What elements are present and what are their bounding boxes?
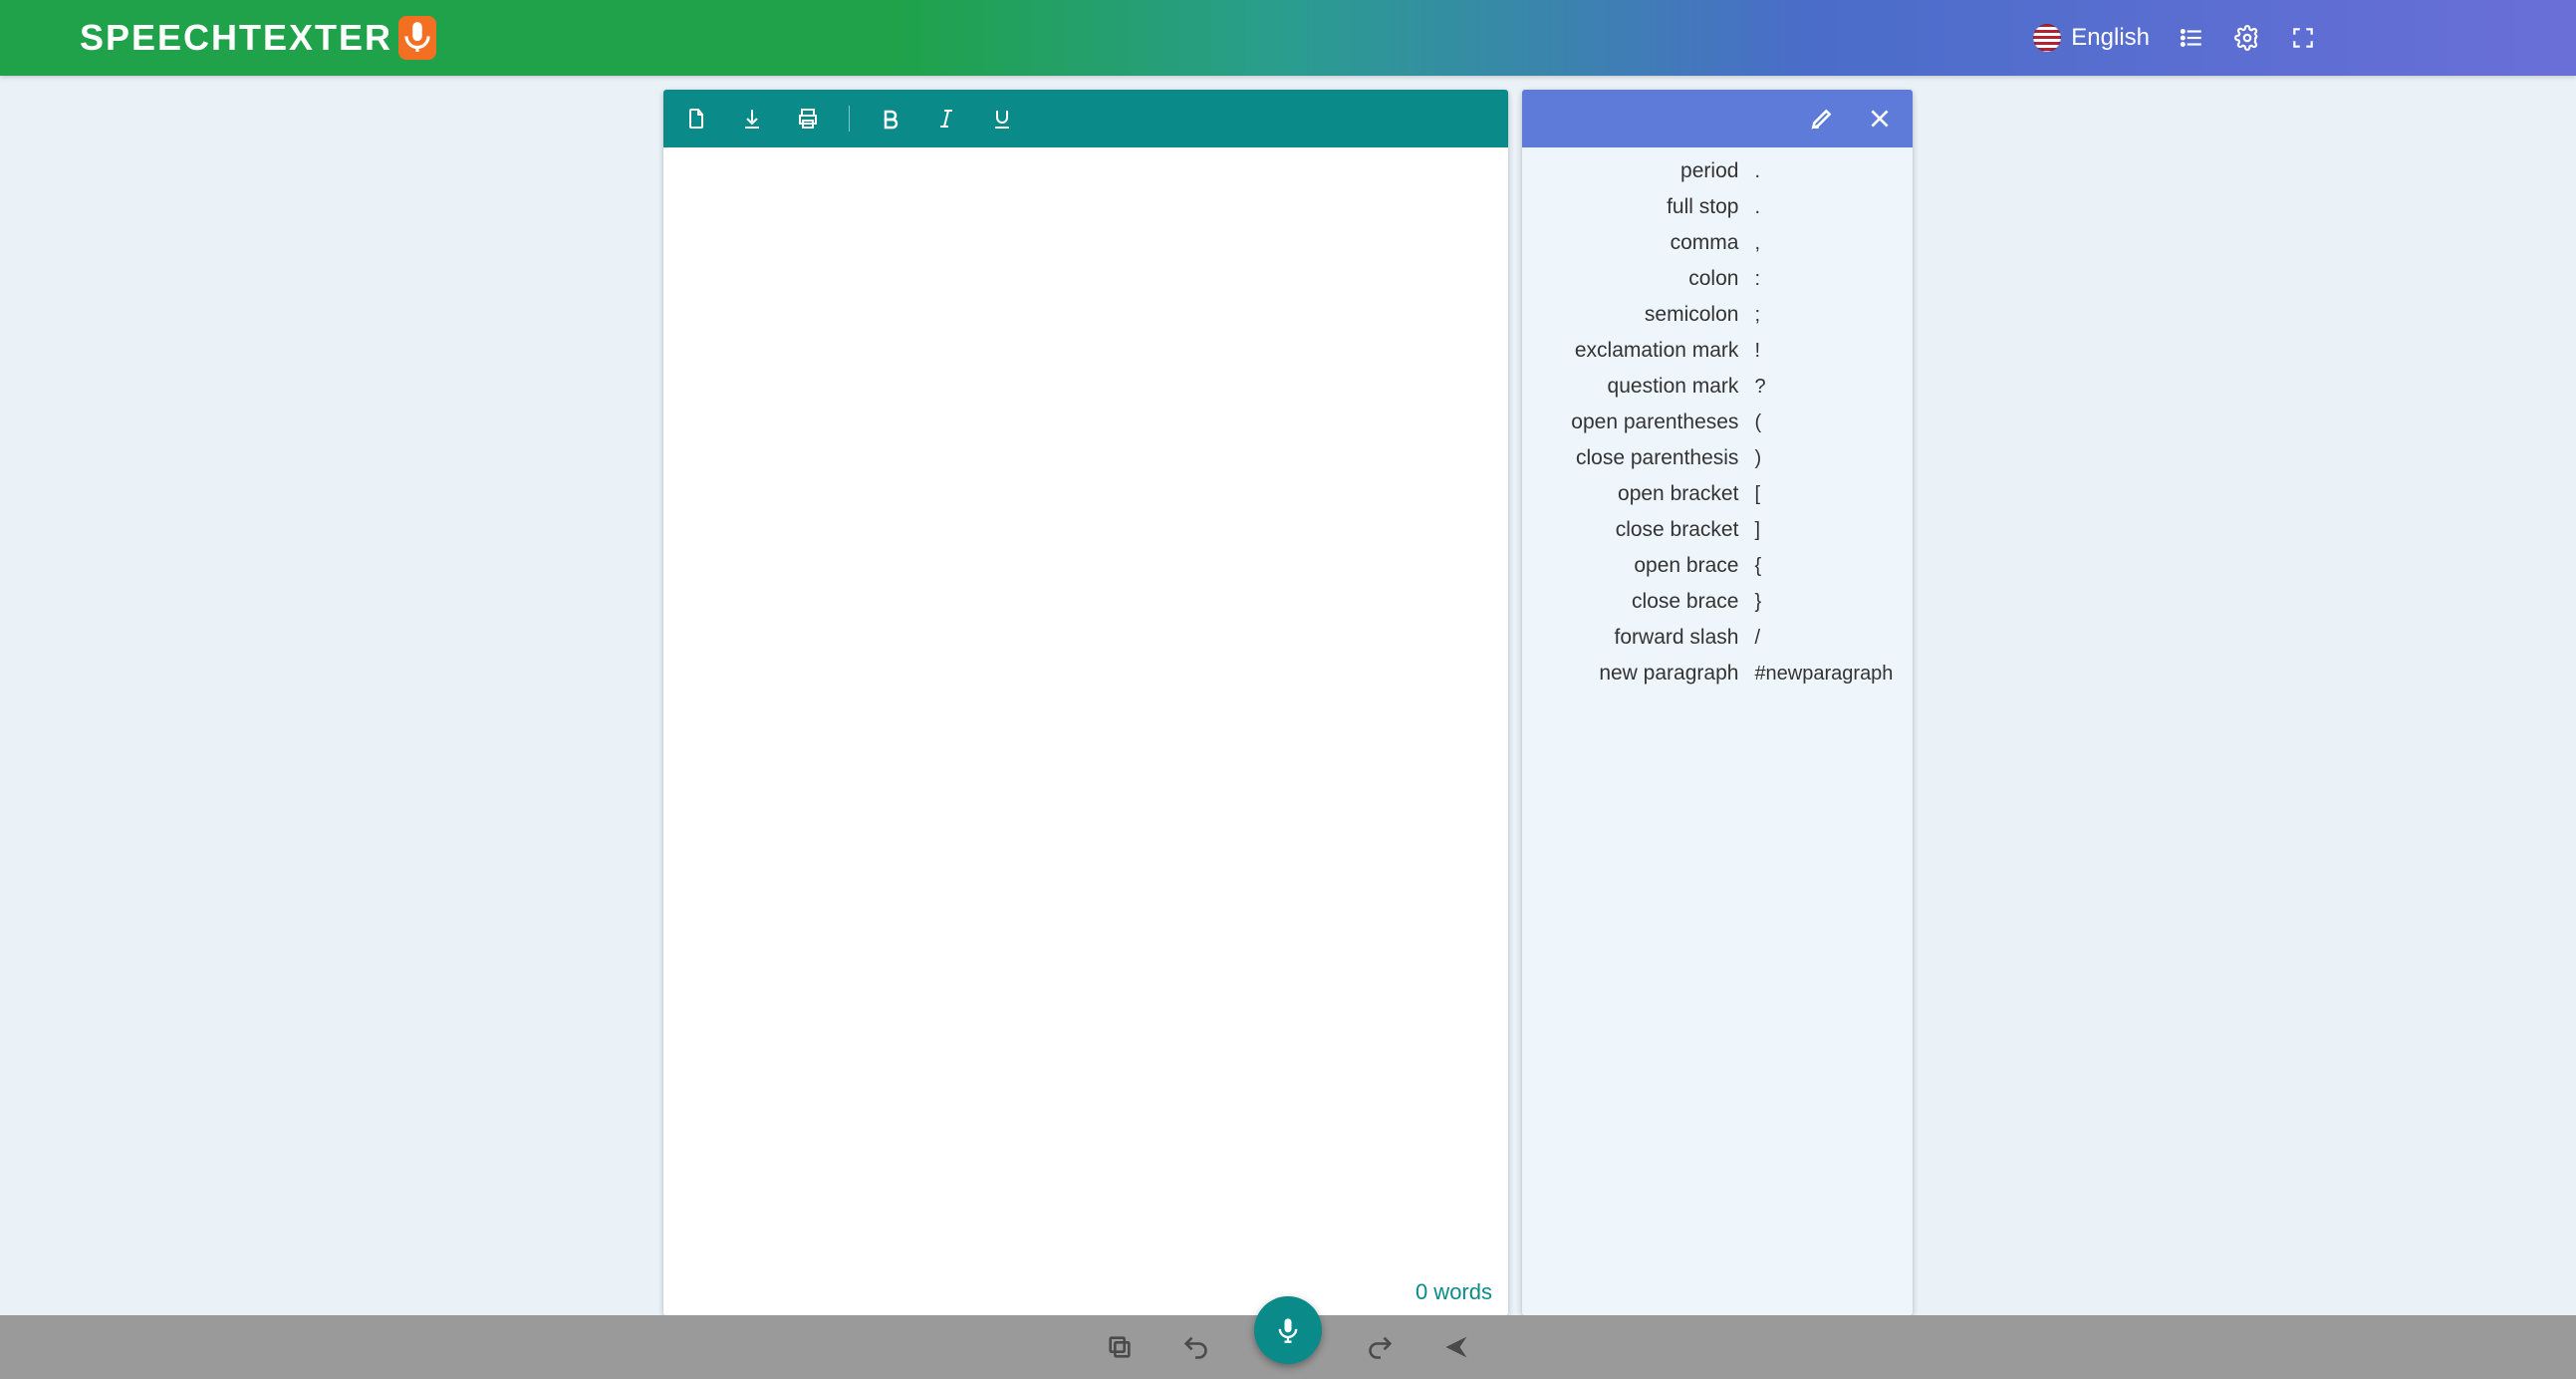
settings-icon[interactable] [2233,24,2261,52]
fullscreen-icon[interactable] [2289,24,2317,52]
command-row[interactable]: question mark? [1530,369,1905,405]
flag-us-icon [2033,24,2061,52]
print-button[interactable] [793,104,823,134]
command-name: forward slash [1534,626,1746,650]
logo-mic-icon [398,16,436,60]
command-row[interactable]: close bracket] [1530,512,1905,548]
command-symbol: } [1746,591,1901,614]
copy-button[interactable] [1103,1330,1137,1364]
download-button[interactable] [737,104,767,134]
command-row[interactable]: colon: [1530,261,1905,297]
command-name: semicolon [1534,303,1746,327]
command-name: open parentheses [1534,411,1746,434]
command-symbol: ) [1746,447,1901,470]
bold-button[interactable] [876,104,905,134]
edit-commands-button[interactable] [1809,106,1835,132]
mic-record-button[interactable] [1254,1296,1322,1364]
command-symbol: ( [1746,412,1901,434]
language-selector[interactable]: English [2033,24,2150,52]
italic-button[interactable] [931,104,961,134]
new-file-button[interactable] [681,104,711,134]
command-symbol: { [1746,555,1901,578]
undo-button[interactable] [1178,1330,1212,1364]
command-row[interactable]: period. [1530,153,1905,189]
command-symbol: : [1746,268,1901,291]
command-symbol: ? [1746,376,1901,399]
send-button[interactable] [1439,1330,1473,1364]
command-name: close parenthesis [1534,446,1746,470]
editor-toolbar [663,90,1508,147]
command-row[interactable]: new paragraph#newparagraph [1530,656,1905,691]
command-name: close bracket [1534,518,1746,542]
command-row[interactable]: forward slash/ [1530,620,1905,656]
commands-header [1522,90,1913,147]
brand-text: SPEECHTEXTER [80,17,392,59]
underline-button[interactable] [987,104,1017,134]
redo-button[interactable] [1364,1330,1398,1364]
commands-list[interactable]: period.full stop.comma,colon:semicolon;e… [1522,147,1913,1315]
command-row[interactable]: close brace} [1530,584,1905,620]
command-row[interactable]: open brace{ [1530,548,1905,584]
list-icon[interactable] [2178,24,2205,52]
command-symbol: . [1746,160,1901,183]
command-row[interactable]: open parentheses( [1530,405,1905,440]
close-commands-button[interactable] [1867,106,1893,132]
command-symbol: ! [1746,340,1901,363]
editor-body: 0 words [663,147,1508,1315]
command-name: open bracket [1534,482,1746,506]
command-name: close brace [1534,590,1746,614]
command-row[interactable]: open bracket[ [1530,476,1905,512]
command-name: question mark [1534,375,1746,399]
editor-textarea[interactable] [663,147,1508,1315]
command-name: open brace [1534,554,1746,578]
command-symbol: ] [1746,519,1901,542]
commands-panel: period.full stop.comma,colon:semicolon;e… [1522,90,1913,1315]
command-symbol: . [1746,196,1901,219]
language-label: English [2071,24,2150,52]
command-symbol: ; [1746,304,1901,327]
command-name: colon [1534,267,1746,291]
command-symbol: / [1746,627,1901,650]
command-name: full stop [1534,195,1746,219]
editor-panel: 0 words [663,90,1508,1315]
command-row[interactable]: comma, [1530,225,1905,261]
bottom-bar [0,1315,2576,1379]
command-row[interactable]: close parenthesis) [1530,440,1905,476]
command-symbol: , [1746,232,1901,255]
command-symbol: #newparagraph [1746,663,1901,686]
app-header: SPEECHTEXTER English [0,0,2576,76]
command-symbol: [ [1746,483,1901,506]
command-row[interactable]: exclamation mark! [1530,333,1905,369]
command-row[interactable]: semicolon; [1530,297,1905,333]
command-name: new paragraph [1534,662,1746,686]
header-right: English [2033,24,2496,52]
command-name: period [1534,159,1746,183]
toolbar-divider [849,106,850,132]
word-count: 0 words [1416,1279,1492,1305]
app-logo[interactable]: SPEECHTEXTER [80,16,436,60]
main-area: 0 words period.full stop.comma,colon:sem… [0,90,2576,1315]
command-name: comma [1534,231,1746,255]
command-row[interactable]: full stop. [1530,189,1905,225]
command-name: exclamation mark [1534,339,1746,363]
